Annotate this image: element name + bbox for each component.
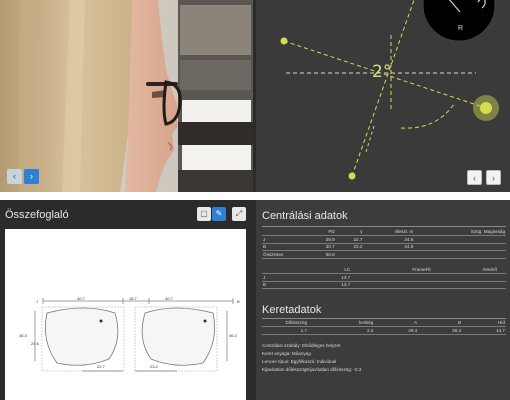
table-header-row: Dőlésszög Ívelség A B Híd xyxy=(262,319,506,328)
angle-overlay xyxy=(280,0,499,180)
table-cell: 29.9 xyxy=(308,235,336,244)
chevron-left-icon: ‹ xyxy=(13,171,16,181)
table-cell: 1.7 xyxy=(262,326,308,335)
panel-separator xyxy=(0,192,510,200)
table-cell: B xyxy=(262,281,308,290)
table-cell xyxy=(498,273,506,282)
table-header-row: LC FrameFit Átmérő xyxy=(262,266,506,275)
table-cell: 13.7 xyxy=(308,281,352,290)
dim-side-right: 36.3 xyxy=(229,333,238,338)
table-header: Ívelség xyxy=(308,319,375,328)
table-cell: 60.6 xyxy=(308,250,336,259)
next-photo-button[interactable]: › xyxy=(24,169,39,184)
table-header: PD xyxy=(308,228,336,237)
table-cell xyxy=(414,250,506,259)
table-header: γ xyxy=(335,228,364,237)
dim-side-left: 36.3 xyxy=(19,333,28,338)
table-header: A xyxy=(374,319,419,328)
next-measure-button[interactable]: › xyxy=(486,170,501,185)
table-cell: 22.7 xyxy=(335,235,364,244)
info-lens-type: Lencse típus: Egyfókuszú: Individual xyxy=(262,359,337,364)
table-header: B xyxy=(418,319,463,328)
pupil-side-label: R xyxy=(458,25,464,32)
table-cell xyxy=(335,250,364,259)
chevron-right-icon: › xyxy=(30,171,33,181)
table-cell: Összesen xyxy=(262,250,308,259)
centering-divider xyxy=(262,226,506,227)
table-row: Összesen 60.6 xyxy=(262,250,506,259)
table-cell xyxy=(414,243,506,252)
chevron-right-icon: › xyxy=(492,173,495,183)
table-cell: 49.4 xyxy=(374,326,419,335)
expand-icon: ⤢ xyxy=(235,209,243,218)
table-header xyxy=(498,266,506,275)
dim-bottom-left: 23.2 xyxy=(150,364,159,369)
dim-top-right: 40.7 xyxy=(77,296,86,301)
table-row: J 13.7 xyxy=(262,273,506,282)
square-view-button[interactable]: ▢ xyxy=(197,207,211,221)
table-cell: 36.3 xyxy=(418,326,463,335)
lens-summary-diagram: J B 40.7 18.7 40.7 36.3 24.6 36.3 22.7 2… xyxy=(5,229,246,400)
table-cell: J xyxy=(262,235,308,244)
table-cell: B xyxy=(262,243,308,252)
edit-button[interactable]: ✎ xyxy=(212,207,226,221)
table-header: Illeszt. m xyxy=(363,228,415,237)
prev-photo-button[interactable]: ‹ xyxy=(7,169,22,184)
app-root: ‹ › 2° R ‹ › Összefoglaló ▢ ✎ ⤢ J B 40.7… xyxy=(0,0,510,400)
centering-title: Centrálási adatok xyxy=(262,210,348,222)
table-cell xyxy=(351,281,432,290)
dim-bottom-right: 22.7 xyxy=(97,364,106,369)
table-cell xyxy=(414,235,506,244)
tilt-angle-readout: 2° xyxy=(372,62,392,82)
camera-photo-panel: ‹ › xyxy=(0,0,253,192)
pencil-icon: ✎ xyxy=(215,209,223,218)
customer-photo xyxy=(0,0,253,192)
table-header: Átmérő xyxy=(431,266,499,275)
info-frame-material: Keret anyaga: Műanyag xyxy=(262,351,311,356)
centering-table: PD γ Illeszt. m Szög. Magasság J 29.9 22… xyxy=(262,228,506,259)
table-header: Dőlésszög xyxy=(262,319,308,328)
prev-measure-button[interactable]: ‹ xyxy=(467,170,482,185)
info-uncorrected-tilt: Kijavítatlan dőlésszögKijavítatlan dőlés… xyxy=(262,367,362,372)
chevron-left-icon: ‹ xyxy=(473,173,476,183)
table-row: B 30.7 23.2 24.9 xyxy=(262,243,506,252)
frame-table: Dőlésszög Ívelség A B Híd 1.7 2.3 49.4 3… xyxy=(262,319,506,335)
table-header: Szög. Magasság xyxy=(414,228,506,237)
square-icon: ▢ xyxy=(200,209,208,218)
table-cell xyxy=(351,273,432,282)
table-cell xyxy=(363,250,415,259)
table-cell: 24.6 xyxy=(363,235,415,244)
dim-side-middle: 24.6 xyxy=(31,341,40,346)
table-cell xyxy=(431,273,499,282)
table-cell: 14.7 xyxy=(462,326,506,335)
table-header xyxy=(262,266,308,275)
table-cell: 2.3 xyxy=(308,326,375,335)
table-row: 1.7 2.3 49.4 36.3 14.7 xyxy=(262,326,506,335)
left-lens-label: B xyxy=(237,299,240,304)
dim-top-bridge: 18.7 xyxy=(129,296,138,301)
table-row: B 13.7 xyxy=(262,281,506,290)
dim-top-left: 40.7 xyxy=(165,296,174,301)
table-cell xyxy=(431,281,499,290)
table-header: LC xyxy=(308,266,352,275)
table-header: FrameFit xyxy=(351,266,432,275)
table-header-row: PD γ Illeszt. m Szög. Magasság xyxy=(262,228,506,237)
table-header: Híd xyxy=(462,319,506,328)
right-lens-label: J xyxy=(36,299,38,304)
data-panel: Centrálási adatok PD γ Illeszt. m Szög. … xyxy=(256,200,510,400)
table-cell: J xyxy=(262,273,308,282)
centering-table-2: LC FrameFit Átmérő J 13.7 B 13.7 xyxy=(262,266,506,290)
angle-measurement-panel: 2° R ‹ › xyxy=(256,0,510,192)
table-cell: 30.7 xyxy=(308,243,336,252)
info-centering-rule: Centrálási szabály: Elsődleges helyzet xyxy=(262,343,341,348)
table-cell xyxy=(498,281,506,290)
table-header xyxy=(262,228,308,237)
frame-title: Keretadatok xyxy=(262,304,322,316)
table-row: J 29.9 22.7 24.6 xyxy=(262,235,506,244)
expand-button[interactable]: ⤢ xyxy=(232,207,246,221)
table-cell: 23.2 xyxy=(335,243,364,252)
table-cell: 13.7 xyxy=(308,273,352,282)
table-cell: 24.9 xyxy=(363,243,415,252)
summary-title: Összefoglaló xyxy=(5,209,69,221)
